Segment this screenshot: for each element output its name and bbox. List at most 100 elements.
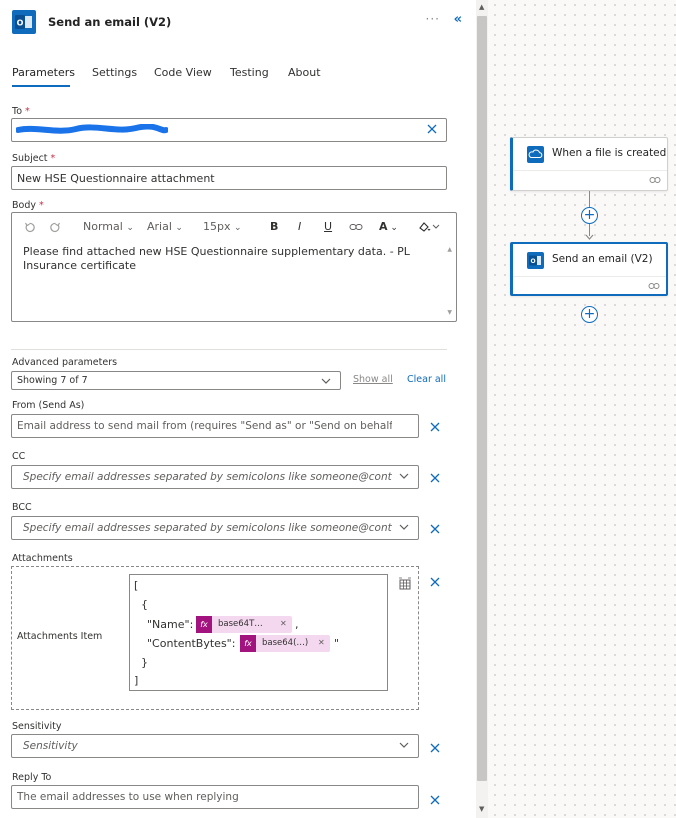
link-icon <box>649 177 661 183</box>
chevron-down-icon <box>399 473 409 479</box>
collapse-panel-icon[interactable]: « <box>454 12 462 27</box>
font-color-button[interactable]: A ⌄ <box>379 220 398 233</box>
format-dropdown[interactable]: Normal ⌄ <box>83 220 134 233</box>
from-placeholder: Email address to send mail from (require… <box>17 420 392 432</box>
action-title: Send an email (V2) <box>552 253 653 265</box>
remove-cc-icon[interactable] <box>429 472 441 484</box>
svg-text:O: O <box>17 19 24 28</box>
attachments-item-editor[interactable]: [ { "Name": fx base64T… ✕ , "ContentByte… <box>129 574 388 691</box>
arrow-down-icon <box>585 234 594 240</box>
chevron-down-icon <box>399 524 409 530</box>
from-label: From (Send As) <box>12 400 85 411</box>
panel-header: O Send an email (V2) ··· « <box>12 10 466 36</box>
attachments-item-label: Attachments Item <box>17 631 103 642</box>
editor-scroll-down-icon[interactable]: ▼ <box>447 309 452 316</box>
tab-code-view[interactable]: Code View <box>154 66 212 79</box>
body-label: Body * <box>12 200 44 211</box>
outlook-icon: O <box>527 252 544 269</box>
content-expression-token[interactable]: fx base64(…) ✕ <box>240 635 330 652</box>
code-name-key: "Name": <box>147 618 194 631</box>
to-label: To * <box>12 106 30 117</box>
subject-label: Subject * <box>12 153 56 164</box>
link-icon[interactable] <box>349 222 363 232</box>
bcc-placeholder: Specify email addresses separated by sem… <box>23 522 392 534</box>
italic-button[interactable]: I <box>298 220 301 233</box>
trigger-card[interactable]: When a file is created <box>510 137 668 191</box>
send-email-card[interactable]: O Send an email (V2) <box>510 242 668 296</box>
reply-to-field[interactable]: The email addresses to use when replying <box>11 785 419 809</box>
onedrive-icon <box>527 146 544 163</box>
attachments-array: Attachments Item [ { "Name": fx base64T…… <box>11 566 419 710</box>
highlight-icon[interactable] <box>418 221 442 233</box>
cc-placeholder: Specify email addresses separated by sem… <box>23 471 392 483</box>
underline-button[interactable]: U <box>324 220 332 233</box>
cc-label: CC <box>12 451 26 462</box>
bold-button[interactable]: B <box>270 220 278 233</box>
editor-scroll-up-icon[interactable]: ▲ <box>447 246 452 253</box>
sensitivity-dropdown[interactable]: Sensitivity <box>11 734 419 758</box>
subject-field[interactable]: New HSE Questionnaire attachment <box>11 166 447 190</box>
code-close-brace: } <box>141 656 148 669</box>
flow-canvas[interactable] <box>490 0 676 818</box>
clear-icon[interactable] <box>426 123 438 135</box>
show-all-link[interactable]: Show all <box>353 374 393 385</box>
reply-to-placeholder: The email addresses to use when replying <box>17 791 239 803</box>
tab-testing[interactable]: Testing <box>230 66 269 79</box>
action-details-panel: O Send an email (V2) ··· « Parameters Se… <box>0 0 476 818</box>
add-step-icon[interactable]: + <box>581 306 598 323</box>
remove-reply-to-icon[interactable] <box>429 794 441 806</box>
link-icon <box>648 283 660 289</box>
connector-line <box>589 191 590 207</box>
code-open-brace: { <box>141 598 148 611</box>
body-editor[interactable]: Normal ⌄ Arial ⌄ 15px ⌄ B I U A ⌄ Please… <box>11 212 457 322</box>
redo-icon[interactable] <box>50 222 61 233</box>
code-close-quote: " <box>334 637 340 650</box>
editor-toolbar: Normal ⌄ Arial ⌄ 15px ⌄ B I U A ⌄ <box>12 213 456 241</box>
sensitivity-placeholder: Sensitivity <box>23 740 78 752</box>
cc-dropdown[interactable]: Specify email addresses separated by sem… <box>11 465 419 489</box>
svg-text:O: O <box>530 258 535 265</box>
name-expression-token[interactable]: fx base64T… ✕ <box>196 616 292 633</box>
scrollbar-thumb[interactable] <box>477 16 487 781</box>
reply-to-label: Reply To <box>12 772 52 783</box>
font-dropdown[interactable]: Arial ⌄ <box>147 220 183 233</box>
more-options-icon[interactable]: ··· <box>426 12 440 26</box>
scroll-down-icon[interactable]: ▼ <box>479 806 485 813</box>
card-divider <box>513 276 666 277</box>
add-step-icon[interactable]: + <box>581 207 598 224</box>
tab-about[interactable]: About <box>288 66 321 79</box>
section-divider <box>11 349 447 350</box>
sensitivity-label: Sensitivity <box>12 721 62 732</box>
advanced-parameters-dropdown[interactable]: Showing 7 of 7 <box>11 371 341 390</box>
outlook-icon: O <box>12 10 36 34</box>
scroll-up-icon[interactable]: ▲ <box>479 4 485 11</box>
remove-token-icon[interactable]: ✕ <box>280 619 287 628</box>
font-size-dropdown[interactable]: 15px ⌄ <box>203 220 242 233</box>
advanced-parameters-value: Showing 7 of 7 <box>17 375 88 386</box>
code-open-bracket: [ <box>134 579 139 592</box>
from-field[interactable]: Email address to send mail from (require… <box>11 414 419 438</box>
panel-scrollbar[interactable]: ▲ ▼ <box>476 0 488 818</box>
tab-settings[interactable]: Settings <box>92 66 137 79</box>
redacted-email <box>16 124 168 134</box>
chevron-down-icon <box>399 742 409 748</box>
clear-all-link[interactable]: Clear all <box>407 374 446 385</box>
bcc-dropdown[interactable]: Specify email addresses separated by sem… <box>11 516 419 540</box>
function-icon: fx <box>240 635 256 652</box>
remove-bcc-icon[interactable] <box>429 523 441 535</box>
remove-from-icon[interactable] <box>429 421 441 433</box>
function-icon: fx <box>196 616 212 633</box>
card-divider <box>513 170 667 171</box>
to-field[interactable] <box>11 118 447 142</box>
remove-sensitivity-icon[interactable] <box>429 742 441 754</box>
panel-title: Send an email (V2) <box>48 15 172 29</box>
switch-to-table-icon[interactable] <box>398 577 412 591</box>
body-text[interactable]: Please find attached new HSE Questionnai… <box>23 245 438 273</box>
trigger-title: When a file is created <box>552 147 667 159</box>
tab-parameters[interactable]: Parameters <box>12 66 75 79</box>
active-tab-indicator <box>12 85 70 87</box>
code-close-bracket: ] <box>134 674 139 687</box>
remove-attachments-icon[interactable] <box>429 576 441 588</box>
remove-token-icon[interactable]: ✕ <box>318 638 325 647</box>
undo-icon[interactable] <box>24 222 35 233</box>
